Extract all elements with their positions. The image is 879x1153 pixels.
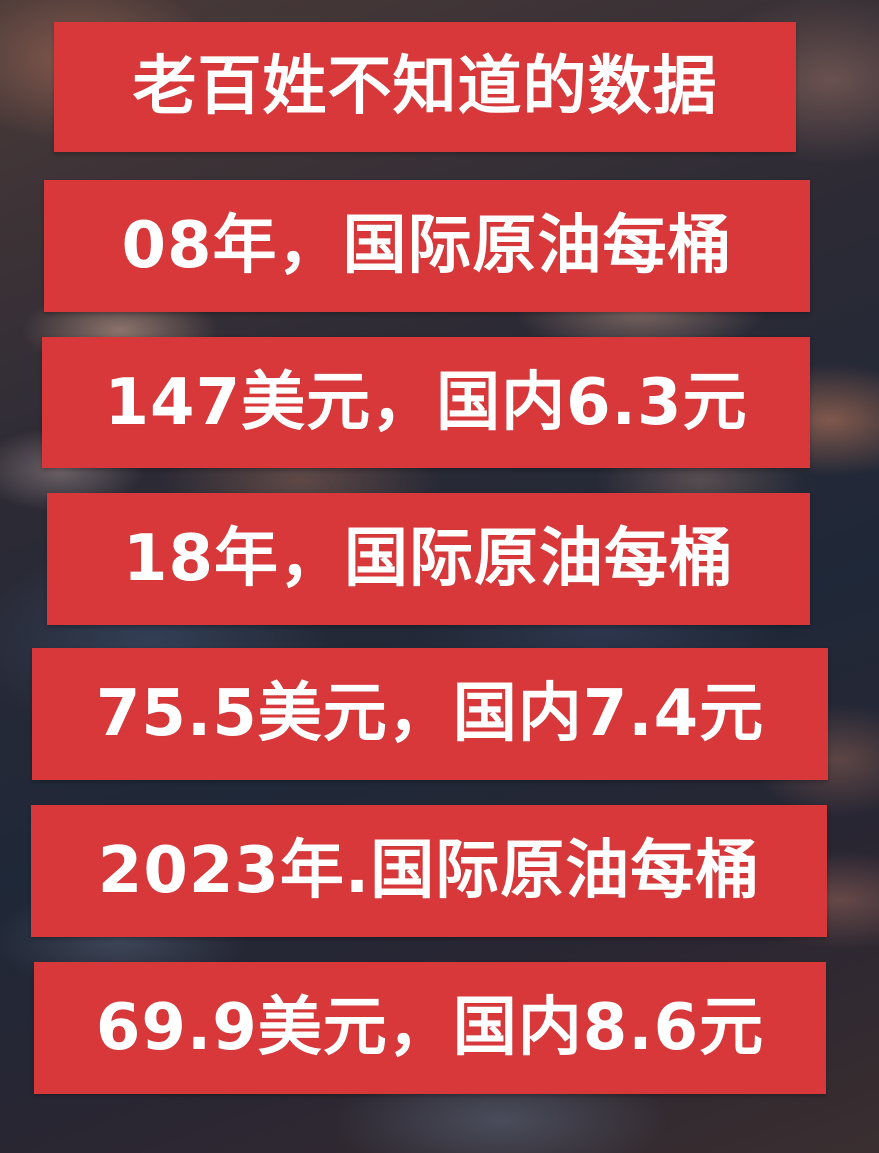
- banner-2008-heading: 08年，国际原油每桶: [44, 180, 810, 312]
- banner-text: 147美元，国内6.3元: [104, 365, 748, 440]
- banner-text: 2023年.国际原油每桶: [97, 834, 761, 908]
- title-banner: 老百姓不知道的数据: [54, 22, 796, 152]
- banner-text: 69.9美元，国内8.6元: [95, 991, 765, 1065]
- title-text: 老百姓不知道的数据: [132, 50, 718, 124]
- banner-2018-prices: 75.5美元，国内7.4元: [32, 648, 828, 780]
- banner-2008-prices: 147美元，国内6.3元: [42, 337, 810, 468]
- banner-text: 08年，国际原油每桶: [121, 209, 733, 283]
- banner-2018-heading: 18年，国际原油每桶: [47, 493, 810, 625]
- banner-2023-prices: 69.9美元，国内8.6元: [34, 962, 826, 1094]
- banner-text: 18年，国际原油每桶: [122, 522, 735, 596]
- banner-text: 75.5美元，国内7.4元: [95, 677, 765, 751]
- banner-2023-heading: 2023年.国际原油每桶: [31, 805, 827, 937]
